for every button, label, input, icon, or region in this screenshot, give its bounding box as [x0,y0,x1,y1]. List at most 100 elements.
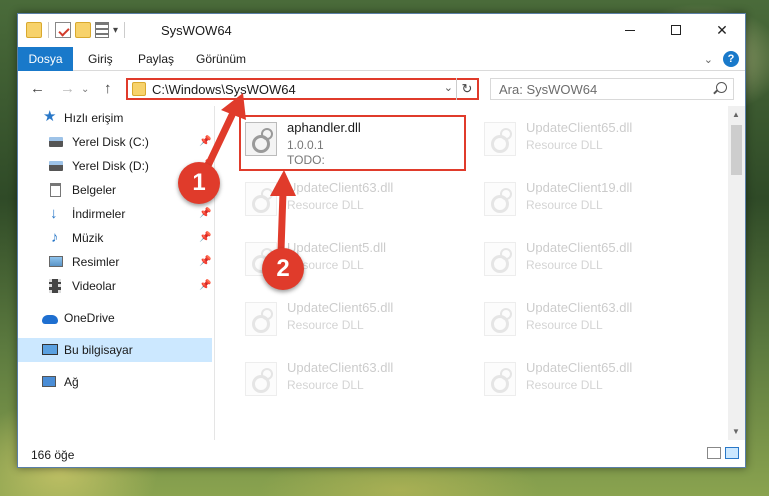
large-icons-view-icon[interactable] [725,447,739,459]
sidebar-item-label: İndirmeler [72,207,126,221]
pin-icon[interactable]: 📌 [199,136,211,147]
file-item[interactable]: UpdateClient65.dll Resource DLL [476,236,696,284]
scroll-down-icon[interactable]: ▼ [732,427,740,436]
file-description: Resource DLL [526,378,603,392]
file-item[interactable]: UpdateClient63.dll Resource DLL [237,356,457,404]
file-name: UpdateClient63.dll [287,360,394,375]
file-description: Resource DLL [526,138,603,152]
forward-icon[interactable]: → [60,80,75,97]
tab-share[interactable]: Paylaş [126,47,186,71]
sidebar-item-videos[interactable]: Videolar 📌 [18,274,212,298]
address-bar[interactable]: C:\Windows\SysWOW64 ⌄ ↻ [126,78,479,100]
title-bar: ▾ SysWOW64 ✕ [18,14,745,47]
folder-icon [26,22,42,38]
sidebar-item-label: Ağ [64,375,79,389]
file-name: UpdateClient5.dll [287,240,387,255]
address-path[interactable]: C:\Windows\SysWOW64 [152,82,296,97]
divider [48,22,49,38]
recent-locations-icon[interactable]: ⌄ [81,84,89,95]
file-explorer-window: ▾ SysWOW64 ✕ Dosya Giriş Paylaş Görünüm … [17,13,746,468]
file-item[interactable]: UpdateClient65.dll Resource DLL [476,356,696,404]
new-folder-icon[interactable] [75,22,91,38]
network-icon [42,376,56,387]
refresh-icon[interactable]: ↻ [456,78,477,100]
file-name: UpdateClient65.dll [526,120,633,135]
file-name: UpdateClient63.dll [287,180,394,195]
pictures-icon [49,256,63,267]
document-icon [50,183,61,197]
dll-file-icon [245,182,277,216]
computer-icon [42,344,58,355]
sidebar-item-local-disk-c[interactable]: Yerel Disk (C:) 📌 [18,130,212,154]
file-item[interactable]: UpdateClient63.dll Resource DLL [476,296,696,344]
file-description: Resource DLL [287,198,364,212]
download-icon: ↓ [50,205,58,222]
navigation-pane: ★ Hızlı erişim Yerel Disk (C:) 📌 Yerel D… [18,106,214,440]
search-input[interactable]: Ara: SysWOW64 [490,78,734,100]
file-description: Resource DLL [526,318,603,332]
customize-dropdown-icon[interactable]: ▾ [113,25,118,36]
navigation-bar: ← → ⌄ ↑ C:\Windows\SysWOW64 ⌄ ↻ Ara: Sys… [18,72,745,106]
sidebar-item-this-pc[interactable]: Bu bilgisayar [18,338,212,362]
folder-icon [132,82,146,96]
file-item[interactable]: UpdateClient63.dll Resource DLL [237,176,457,224]
step-2-badge: 2 [262,248,304,290]
file-description: Resource DLL [287,318,364,332]
details-view-icon[interactable] [707,447,721,459]
file-item[interactable]: UpdateClient65.dll Resource DLL [237,296,457,344]
expand-ribbon-icon[interactable]: ⌄ [704,53,713,66]
back-icon[interactable]: ← [30,80,45,97]
scroll-thumb[interactable] [731,125,742,175]
minimize-icon [625,29,635,31]
dll-file-icon [484,242,516,276]
file-description: Resource DLL [287,378,364,392]
dll-file-icon [484,182,516,216]
sidebar-item-label: Videolar [72,279,116,293]
cloud-icon [42,315,58,324]
sidebar-item-network[interactable]: Ağ [18,370,212,394]
divider [124,22,126,38]
pin-icon[interactable]: 📌 [199,280,211,291]
sidebar-item-downloads[interactable]: ↓ İndirmeler 📌 [18,202,212,226]
maximize-button[interactable] [653,14,699,46]
tab-view[interactable]: Görünüm [184,47,258,71]
sidebar-item-label: Müzik [72,231,104,245]
file-highlight-box [239,115,466,171]
help-icon[interactable]: ? [723,51,739,67]
file-name: UpdateClient65.dll [526,240,633,255]
file-item[interactable]: UpdateClient19.dll Resource DLL [476,176,696,224]
pin-icon[interactable]: 📌 [199,208,211,219]
up-icon[interactable]: ↑ [104,80,112,97]
pin-icon[interactable]: 📌 [199,256,211,267]
sidebar-item-label: Bu bilgisayar [64,343,133,357]
pin-icon[interactable]: 📌 [199,232,211,243]
sidebar-item-music[interactable]: ♪ Müzik 📌 [18,226,212,250]
sidebar-item-onedrive[interactable]: OneDrive [18,306,212,330]
dll-file-icon [484,122,516,156]
properties-icon[interactable] [55,22,71,38]
music-icon: ♪ [51,229,59,246]
sidebar-item-label: OneDrive [64,311,115,325]
sidebar-item-label: Hızlı erişim [64,111,124,125]
search-icon[interactable] [716,82,727,93]
scroll-up-icon[interactable]: ▲ [732,110,740,119]
vertical-scrollbar[interactable]: ▲ ▼ [728,106,745,440]
sidebar-item-pictures[interactable]: Resimler 📌 [18,250,212,274]
tab-home[interactable]: Giriş [76,47,125,71]
drive-icon [49,161,63,171]
file-name: UpdateClient19.dll [526,180,633,195]
file-item[interactable]: UpdateClient65.dll Resource DLL [476,116,696,164]
address-dropdown-icon[interactable]: ⌄ [444,81,453,94]
dll-file-icon [245,362,277,396]
close-button[interactable]: ✕ [699,14,745,46]
dll-file-icon [484,362,516,396]
sidebar-item-label: Yerel Disk (D:) [72,159,149,173]
drive-icon [49,137,63,147]
sidebar-item-label: Yerel Disk (C:) [72,135,149,149]
file-description: Resource DLL [526,258,603,272]
tab-file[interactable]: Dosya [18,47,73,71]
videos-icon [49,279,61,293]
minimize-button[interactable] [607,14,653,46]
sidebar-item-quick-access[interactable]: ★ Hızlı erişim [18,106,212,130]
view-icon[interactable] [95,22,109,38]
